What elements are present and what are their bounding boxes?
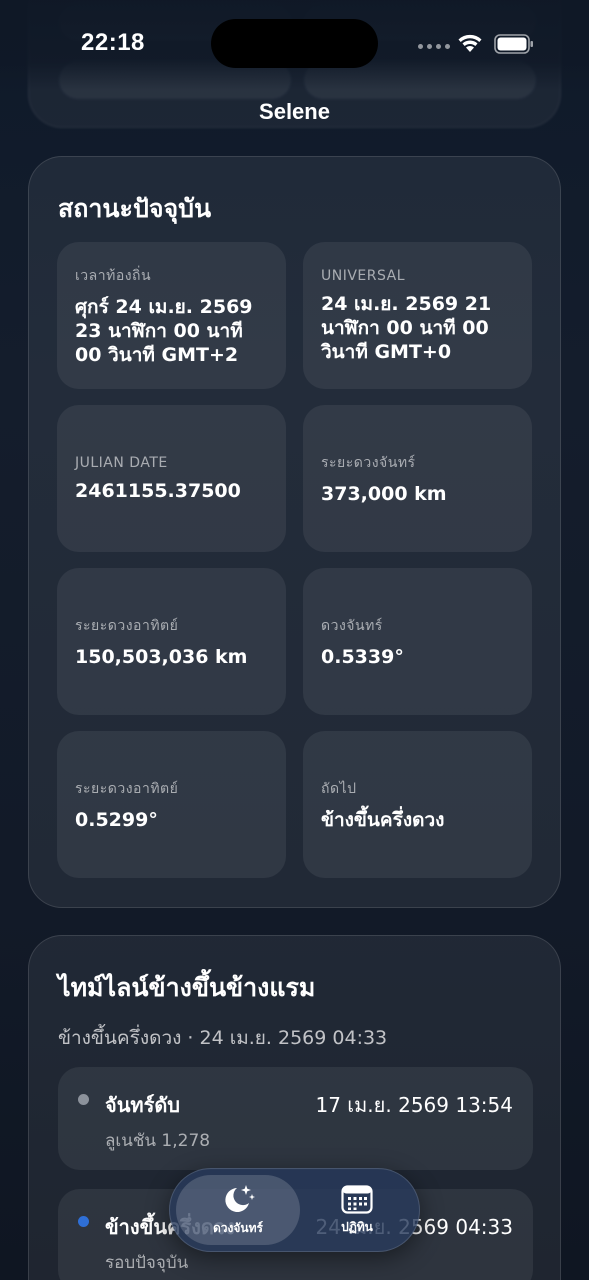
tile-value: 2461155.37500	[75, 479, 241, 502]
event-dot	[78, 1216, 89, 1227]
timeline-event[interactable]: จันทร์ดับ 17 เม.ย. 2569 13:54 ลูเนชัน 1,…	[58, 1067, 533, 1170]
event-name: จันทร์ดับ	[105, 1093, 180, 1117]
tile-label: ระยะดวงจันทร์	[321, 454, 416, 471]
tile-label: ระยะดวงอาทิตย์	[75, 780, 179, 797]
tile-value: 0.5339°	[321, 645, 404, 668]
tab-calendar[interactable]: ปฏิทิน	[298, 1175, 416, 1245]
event-time: 17 เม.ย. 2569 13:54	[315, 1093, 513, 1117]
tile-label: UNIVERSAL	[321, 267, 406, 284]
moon-stars-icon	[225, 1184, 255, 1212]
sun-angular-size-tile: ระยะดวงอาทิตย์ 0.5299°	[57, 731, 286, 878]
card-title: ไทม์ไลน์ข้างขึ้นข้างแรม	[58, 973, 316, 1002]
status-bar: 22:18	[0, 0, 589, 90]
status-time: 22:18	[81, 29, 145, 56]
event-dot	[78, 1094, 89, 1105]
tile-value: 0.5299°	[75, 808, 158, 831]
tile-label: JULIAN DATE	[75, 454, 168, 471]
sun-distance-tile: ระยะดวงอาทิตย์ 150,503,036 km	[57, 568, 286, 715]
wifi-icon	[458, 34, 482, 52]
nav-title: Selene	[259, 99, 330, 124]
event-subtitle: ลูเนชัน 1,278	[105, 1131, 211, 1151]
tab-label: ดวงจันทร์	[213, 1220, 263, 1235]
tile-value: 373,000 km	[321, 482, 447, 505]
cellular-signal-icon	[418, 44, 450, 49]
local-time-tile: เวลาท้องถิ่น ศุกร์ 24 เม.ย. 2569 23 นาฬิ…	[57, 242, 286, 389]
tile-label: เวลาท้องถิ่น	[75, 267, 152, 284]
moon-angular-size-tile: ดวงจันทร์ 0.5339°	[303, 568, 532, 715]
julian-date-tile: JULIAN DATE 2461155.37500	[57, 405, 286, 552]
moon-distance-tile: ระยะดวงจันทร์ 373,000 km	[303, 405, 532, 552]
universal-time-tile: UNIVERSAL 24 เม.ย. 2569 21 นาฬิกา 00 นาท…	[303, 242, 532, 389]
tile-label: ดวงจันทร์	[321, 617, 383, 634]
tile-value: 150,503,036 km	[75, 645, 248, 668]
battery-icon	[494, 34, 533, 54]
tab-label: ปฏิทิน	[341, 1219, 373, 1234]
event-subtitle: รอบปัจจุบัน	[105, 1253, 189, 1273]
dynamic-island	[211, 19, 378, 68]
tile-value: 24 เม.ย. 2569 21 นาฬิกา 00 นาที 00 วินาท…	[321, 292, 492, 363]
tab-moon[interactable]: ดวงจันทร์	[176, 1175, 300, 1245]
current-status-card: สถานะปัจจุบัน เวลาท้องถิ่น ศุกร์ 24 เม.ย…	[28, 156, 561, 908]
tile-label: ระยะดวงอาทิตย์	[75, 617, 179, 634]
card-title: สถานะปัจจุบัน	[58, 194, 212, 223]
calendar-icon	[341, 1184, 373, 1214]
timeline-subtitle: ข้างขึ้นครึ่งดวง · 24 เม.ย. 2569 04:33	[58, 1027, 388, 1049]
tile-label: ถัดไป	[321, 780, 357, 797]
tab-bar: ดวงจันทร์ ปฏิทิน	[169, 1168, 420, 1252]
tile-value: ข้างขึ้นครึ่งดวง	[321, 808, 445, 831]
tile-value: ศุกร์ 24 เม.ย. 2569 23 นาฬิกา 00 นาที 00…	[75, 295, 253, 366]
next-phase-tile: ถัดไป ข้างขึ้นครึ่งดวง	[303, 731, 532, 878]
